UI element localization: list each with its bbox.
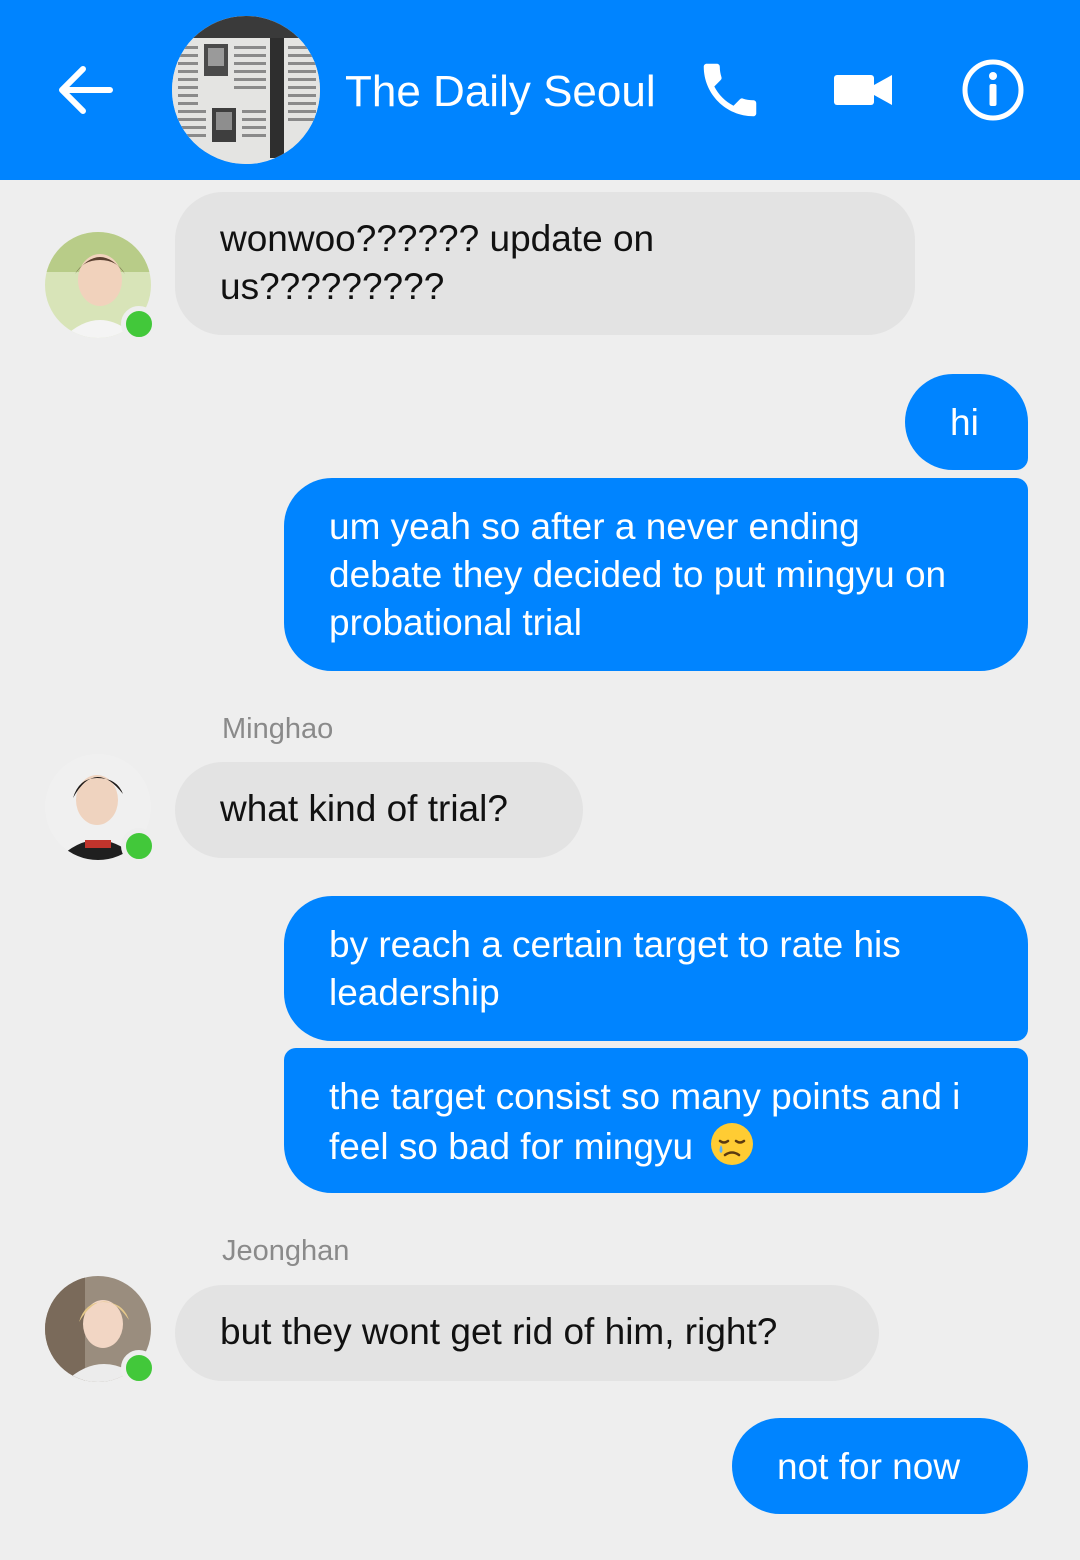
call-button[interactable]	[695, 55, 765, 125]
sender-name: Jeonghan	[222, 1235, 350, 1267]
avatar-jeonghan[interactable]	[45, 1276, 157, 1386]
info-button[interactable]	[958, 55, 1028, 125]
message-bubble-outgoing[interactable]: hi	[905, 374, 1028, 470]
message-bubble-outgoing[interactable]: by reach a certain target to rate his le…	[284, 896, 1028, 1041]
message-text: um yeah so after a never ending debate t…	[329, 506, 947, 643]
group-avatar[interactable]	[172, 16, 320, 164]
back-button[interactable]	[50, 55, 120, 125]
message-text: hi	[950, 402, 979, 443]
message-text: but they wont get rid of him, right?	[220, 1311, 778, 1352]
message-bubble-outgoing[interactable]: the target consist so many points and i …	[284, 1048, 1028, 1193]
arrow-left-icon	[59, 66, 113, 114]
sad-tear-emoji-icon	[711, 1123, 754, 1165]
sender-name: Minghao	[222, 713, 334, 745]
online-indicator	[121, 1350, 157, 1386]
message-text: wonwoo?????? update on us?????????	[220, 218, 655, 307]
newspaper-image	[172, 16, 320, 164]
message-bubble-outgoing[interactable]: not for now	[732, 1418, 1028, 1514]
video-call-button[interactable]	[828, 55, 898, 125]
chat-title[interactable]: The Daily Seoul	[345, 62, 656, 122]
message-bubble-incoming[interactable]: what kind of trial?	[175, 762, 583, 858]
chat-header: The Daily Seoul	[0, 0, 1080, 180]
avatar-minghao[interactable]	[45, 754, 157, 864]
message-text: what kind of trial?	[220, 788, 508, 829]
message-text: by reach a certain target to rate his le…	[329, 924, 901, 1013]
message-bubble-outgoing[interactable]: um yeah so after a never ending debate t…	[284, 478, 1028, 671]
online-indicator	[121, 306, 157, 342]
message-bubble-incoming[interactable]: wonwoo?????? update on us?????????	[175, 192, 915, 335]
online-indicator	[121, 828, 157, 864]
phone-icon	[703, 63, 757, 117]
message-text: not for now	[777, 1446, 961, 1487]
video-camera-icon	[834, 75, 892, 105]
avatar-wonwoo[interactable]	[45, 232, 157, 342]
message-bubble-incoming[interactable]: but they wont get rid of him, right?	[175, 1285, 879, 1381]
info-icon	[962, 59, 1024, 121]
message-text: the target consist so many points and i …	[329, 1076, 961, 1167]
